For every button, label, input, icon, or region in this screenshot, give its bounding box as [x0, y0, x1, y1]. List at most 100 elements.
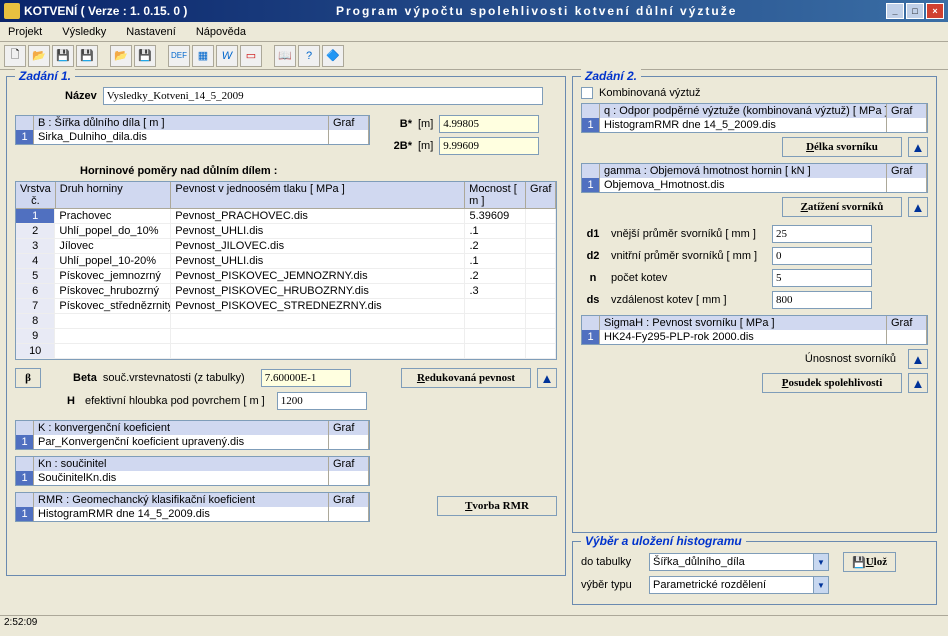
mocnost-cell[interactable]: .3: [465, 284, 526, 299]
druh-cell[interactable]: [55, 314, 171, 329]
b-file-cell[interactable]: Sirka_Dulniho_dila.dis: [34, 130, 329, 144]
graf-cell[interactable]: [526, 329, 556, 344]
pevnost-cell[interactable]: Pevnost_PISKOVEC_STREDNEZRNY.dis: [171, 299, 465, 314]
k-graf-head[interactable]: Graf: [329, 421, 369, 435]
kn-file-cell[interactable]: SoučinitelKn.dis: [34, 471, 329, 485]
maximize-button[interactable]: □: [906, 3, 924, 19]
pevnost-cell[interactable]: Pevnost_PISKOVEC_HRUBOZRNY.dis: [171, 284, 465, 299]
pevnost-cell[interactable]: Pevnost_JILOVEC.dis: [171, 239, 465, 254]
minimize-button[interactable]: _: [886, 3, 904, 19]
pevnost-cell[interactable]: [171, 329, 465, 344]
pevnost-cell[interactable]: Pevnost_PISKOVEC_JEMNOZRNY.dis: [171, 269, 465, 284]
druh-cell[interactable]: [55, 344, 171, 359]
zatizeni-svorniku-button[interactable]: Zatížení svorníků: [782, 197, 902, 217]
menu-vysledky[interactable]: Výsledky: [58, 24, 110, 40]
menu-projekt[interactable]: Projekt: [4, 24, 46, 40]
do-tabulky-combo[interactable]: Šířka_důlního_díla ▼: [649, 553, 829, 571]
mocnost-cell[interactable]: [465, 314, 526, 329]
redukovana-pevnost-button[interactable]: Redukovaná pevnost: [401, 368, 531, 388]
mocnost-cell[interactable]: 5.39609: [465, 209, 526, 224]
druh-cell[interactable]: Prachovec: [55, 209, 171, 224]
kn-graf-head[interactable]: Graf: [329, 457, 369, 471]
tvorba-rmr-button[interactable]: Tvorba RMR: [437, 496, 557, 516]
tool-import-icon[interactable]: 📂: [110, 45, 132, 67]
mocnost-cell[interactable]: [465, 299, 526, 314]
druh-cell[interactable]: Pískovec_střednězrnitý: [55, 299, 171, 314]
menu-nastaveni[interactable]: Nastavení: [122, 24, 180, 40]
rmr-file-cell[interactable]: HistogramRMR dne 14_5_2009.dis: [34, 507, 329, 521]
graf-cell[interactable]: [526, 344, 556, 359]
mocnost-cell[interactable]: .1: [465, 224, 526, 239]
kombinovana-checkbox[interactable]: [581, 87, 593, 99]
tool-box-icon[interactable]: ▭: [240, 45, 262, 67]
h-value[interactable]: [277, 392, 367, 410]
d1-input[interactable]: [772, 225, 872, 243]
tool-open-icon[interactable]: 📂: [28, 45, 50, 67]
chevron-down-icon[interactable]: ▼: [813, 577, 828, 593]
pevnost-cell[interactable]: [171, 344, 465, 359]
graf-cell[interactable]: [526, 284, 556, 299]
unosnost-up-icon[interactable]: ▲: [908, 349, 928, 369]
table-row[interactable]: 3JílovecPevnost_JILOVEC.dis.2: [16, 239, 556, 254]
redpev-up-icon[interactable]: ▲: [537, 368, 557, 388]
close-button[interactable]: ×: [926, 3, 944, 19]
k-file-cell[interactable]: Par_Konvergenční koeficient upravený.dis: [34, 435, 329, 449]
n-input[interactable]: [772, 269, 872, 287]
pevnost-cell[interactable]: [171, 314, 465, 329]
mocnost-cell[interactable]: .2: [465, 269, 526, 284]
chevron-down-icon[interactable]: ▼: [813, 554, 828, 570]
table-row[interactable]: 1PrachovecPevnost_PRACHOVEC.dis5.39609: [16, 209, 556, 224]
ds-input[interactable]: [772, 291, 872, 309]
table-row[interactable]: 5Pískovec_jemnozrnýPevnost_PISKOVEC_JEMN…: [16, 269, 556, 284]
tool-export-icon[interactable]: 💾: [134, 45, 156, 67]
gamma-file-cell[interactable]: Objemova_Hmotnost.dis: [600, 178, 887, 192]
graf-cell[interactable]: [526, 299, 556, 314]
druh-cell[interactable]: Uhlí_popel_do_10%: [55, 224, 171, 239]
delka-svorniku-button[interactable]: Délka svorníku: [782, 137, 902, 157]
graf-cell[interactable]: [526, 254, 556, 269]
tool-about-icon[interactable]: 🔷: [322, 45, 344, 67]
delka-up-icon[interactable]: ▲: [908, 137, 928, 157]
tool-grid-icon[interactable]: ▦: [192, 45, 214, 67]
mocnost-cell[interactable]: [465, 344, 526, 359]
tool-save-icon[interactable]: 💾: [52, 45, 74, 67]
posudek-button[interactable]: Posudek spolehlivosti: [762, 373, 902, 393]
druh-cell[interactable]: Pískovec_hrubozrný: [55, 284, 171, 299]
menu-napoveda[interactable]: Nápověda: [192, 24, 250, 40]
table-row[interactable]: 6Pískovec_hrubozrnýPevnost_PISKOVEC_HRUB…: [16, 284, 556, 299]
tool-w-icon[interactable]: W: [216, 45, 238, 67]
druh-cell[interactable]: Uhlí_popel_10-20%: [55, 254, 171, 269]
tool-new-icon[interactable]: 🗋: [4, 45, 26, 67]
druh-cell[interactable]: [55, 329, 171, 344]
pevnost-cell[interactable]: Pevnost_PRACHOVEC.dis: [171, 209, 465, 224]
uloz-button[interactable]: 💾 Ulož: [843, 552, 896, 572]
zatizeni-up-icon[interactable]: ▲: [908, 197, 928, 217]
q-graf-head[interactable]: Graf: [887, 104, 927, 118]
table-row[interactable]: 7Pískovec_střednězrnitýPevnost_PISKOVEC_…: [16, 299, 556, 314]
nazev-input[interactable]: [103, 87, 543, 105]
mocnost-cell[interactable]: .1: [465, 254, 526, 269]
graf-cell[interactable]: [526, 224, 556, 239]
d2-input[interactable]: [772, 247, 872, 265]
b-graf-head[interactable]: Graf: [329, 116, 369, 130]
beta-button[interactable]: β: [15, 368, 41, 388]
tool-def-icon[interactable]: DEF: [168, 45, 190, 67]
vyber-typu-combo[interactable]: Parametrické rozdělení ▼: [649, 576, 829, 594]
tool-saveas-icon[interactable]: 💾: [76, 45, 98, 67]
pevnost-cell[interactable]: Pevnost_UHLI.dis: [171, 224, 465, 239]
mocnost-cell[interactable]: .2: [465, 239, 526, 254]
druh-cell[interactable]: Jílovec: [55, 239, 171, 254]
rmr-graf-head[interactable]: Graf: [329, 493, 369, 507]
q-file-cell[interactable]: HistogramRMR dne 14_5_2009.dis: [600, 118, 887, 132]
graf-cell[interactable]: [526, 209, 556, 224]
pevnost-cell[interactable]: Pevnost_UHLI.dis: [171, 254, 465, 269]
table-row[interactable]: 4Uhlí_popel_10-20%Pevnost_UHLI.dis.1: [16, 254, 556, 269]
horniny-grid[interactable]: Vrstva č. Druh horniny Pevnost v jednoos…: [15, 181, 557, 360]
posudek-up-icon[interactable]: ▲: [908, 373, 928, 393]
table-row[interactable]: 9: [16, 329, 556, 344]
table-row[interactable]: 2Uhlí_popel_do_10%Pevnost_UHLI.dis.1: [16, 224, 556, 239]
graf-cell[interactable]: [526, 314, 556, 329]
b-graf-cell[interactable]: [329, 130, 369, 144]
tool-help-icon[interactable]: ?: [298, 45, 320, 67]
tool-book-icon[interactable]: 📖: [274, 45, 296, 67]
